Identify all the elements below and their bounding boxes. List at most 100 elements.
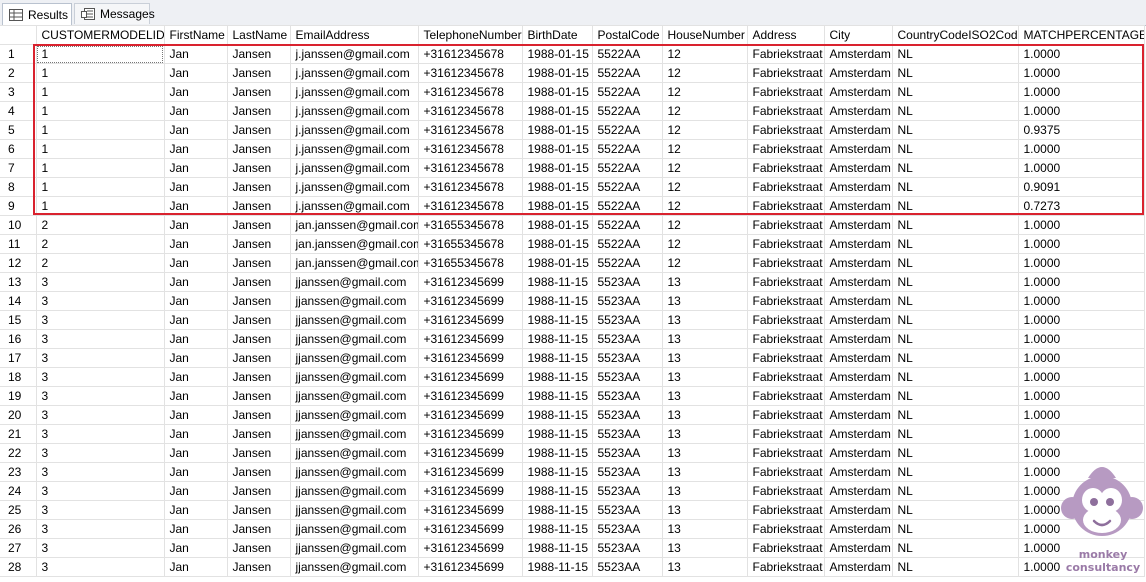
- table-cell[interactable]: NL: [891, 405, 1019, 425]
- table-cell[interactable]: Amsterdam: [823, 538, 893, 558]
- table-cell[interactable]: 3: [35, 405, 165, 425]
- table-cell[interactable]: 1.0000: [1017, 215, 1145, 235]
- row-number[interactable]: 17: [0, 348, 37, 368]
- row-number[interactable]: 6: [0, 139, 37, 159]
- table-cell[interactable]: 1.0000: [1017, 253, 1145, 273]
- table-cell[interactable]: jjanssen@gmail.com: [289, 519, 419, 539]
- table-cell[interactable]: 1988-01-15: [521, 215, 593, 235]
- table-cell[interactable]: 1988-11-15: [521, 386, 593, 406]
- row-number-header[interactable]: [0, 25, 37, 45]
- table-row[interactable]: 4 1 Jan Jansen j.janssen@gmail.com +316123456…: [0, 101, 1145, 121]
- row-number[interactable]: 2: [0, 63, 37, 83]
- table-cell[interactable]: Jan: [163, 82, 228, 102]
- table-cell[interactable]: Jan: [163, 538, 228, 558]
- table-cell[interactable]: Amsterdam: [823, 234, 893, 254]
- table-cell[interactable]: +31612345699: [417, 519, 523, 539]
- table-cell[interactable]: Fabriekstraat: [746, 101, 825, 121]
- table-cell[interactable]: +31612345699: [417, 500, 523, 520]
- table-cell[interactable]: 1988-11-15: [521, 519, 593, 539]
- table-cell[interactable]: jjanssen@gmail.com: [289, 272, 419, 292]
- row-number[interactable]: 22: [0, 443, 37, 463]
- column-header[interactable]: City: [823, 25, 893, 45]
- table-row[interactable]: 14 3 Jan Jansen jjanssen@gmail.com +316123456…: [0, 291, 1145, 311]
- table-cell[interactable]: +31612345699: [417, 481, 523, 501]
- table-cell[interactable]: 1: [35, 101, 165, 121]
- table-cell[interactable]: jjanssen@gmail.com: [289, 538, 419, 558]
- row-number[interactable]: 8: [0, 177, 37, 197]
- table-row[interactable]: 26 3 Jan Jansen jjanssen@gmail.com +316123456…: [0, 519, 1145, 539]
- table-row[interactable]: 6 1 Jan Jansen j.janssen@gmail.com +316123456…: [0, 139, 1145, 159]
- table-cell[interactable]: NL: [891, 481, 1019, 501]
- table-cell[interactable]: Amsterdam: [823, 177, 893, 197]
- table-cell[interactable]: Amsterdam: [823, 386, 893, 406]
- table-cell[interactable]: Jansen: [226, 424, 291, 444]
- table-cell[interactable]: Amsterdam: [823, 272, 893, 292]
- table-cell[interactable]: Fabriekstraat: [746, 158, 825, 178]
- table-cell[interactable]: 1.0000: [1017, 367, 1145, 387]
- table-cell[interactable]: 1: [35, 196, 165, 216]
- table-row[interactable]: 27 3 Jan Jansen jjanssen@gmail.com +316123456…: [0, 538, 1145, 558]
- table-cell[interactable]: NL: [891, 253, 1019, 273]
- table-cell[interactable]: 3: [35, 538, 165, 558]
- row-number[interactable]: 14: [0, 291, 37, 311]
- table-cell[interactable]: 1: [35, 63, 165, 83]
- table-cell[interactable]: Amsterdam: [823, 101, 893, 121]
- table-cell[interactable]: 5523AA: [591, 291, 663, 311]
- row-number[interactable]: 15: [0, 310, 37, 330]
- table-cell[interactable]: +31612345699: [417, 557, 523, 577]
- table-cell[interactable]: Jansen: [226, 557, 291, 577]
- table-cell[interactable]: 1.0000: [1017, 139, 1145, 159]
- table-cell[interactable]: Amsterdam: [823, 519, 893, 539]
- row-number[interactable]: 11: [0, 234, 37, 254]
- table-cell[interactable]: Fabriekstraat: [746, 367, 825, 387]
- table-cell[interactable]: Jan: [163, 291, 228, 311]
- table-cell[interactable]: Amsterdam: [823, 82, 893, 102]
- table-cell[interactable]: Jan: [163, 310, 228, 330]
- table-cell[interactable]: 1988-11-15: [521, 500, 593, 520]
- table-cell[interactable]: NL: [891, 557, 1019, 577]
- table-cell[interactable]: 5523AA: [591, 329, 663, 349]
- table-cell[interactable]: Amsterdam: [823, 310, 893, 330]
- table-cell[interactable]: Jan: [163, 519, 228, 539]
- table-cell[interactable]: 1.0000: [1017, 101, 1145, 121]
- table-cell[interactable]: Jan: [163, 367, 228, 387]
- table-cell[interactable]: 12: [661, 139, 748, 159]
- table-cell[interactable]: +31612345699: [417, 367, 523, 387]
- table-cell[interactable]: 1988-01-15: [521, 63, 593, 83]
- table-cell[interactable]: 5522AA: [591, 63, 663, 83]
- table-cell[interactable]: jjanssen@gmail.com: [289, 424, 419, 444]
- table-cell[interactable]: NL: [891, 424, 1019, 444]
- table-cell[interactable]: 1988-01-15: [521, 253, 593, 273]
- table-cell[interactable]: Jan: [163, 405, 228, 425]
- table-cell[interactable]: Jan: [163, 386, 228, 406]
- table-cell[interactable]: Amsterdam: [823, 329, 893, 349]
- table-cell[interactable]: 5522AA: [591, 139, 663, 159]
- table-cell[interactable]: 1988-11-15: [521, 310, 593, 330]
- table-cell[interactable]: 5523AA: [591, 538, 663, 558]
- table-row[interactable]: 17 3 Jan Jansen jjanssen@gmail.com +316123456…: [0, 348, 1145, 368]
- table-cell[interactable]: Jansen: [226, 519, 291, 539]
- column-header[interactable]: MATCHPERCENTAGE: [1017, 25, 1145, 45]
- table-cell[interactable]: 3: [35, 348, 165, 368]
- table-cell[interactable]: Amsterdam: [823, 44, 893, 64]
- table-cell[interactable]: Amsterdam: [823, 215, 893, 235]
- table-cell[interactable]: Jansen: [226, 538, 291, 558]
- table-cell[interactable]: 5522AA: [591, 234, 663, 254]
- table-cell[interactable]: 0.9091: [1017, 177, 1145, 197]
- table-row[interactable]: 19 3 Jan Jansen jjanssen@gmail.com +316123456…: [0, 386, 1145, 406]
- table-cell[interactable]: Fabriekstraat: [746, 348, 825, 368]
- table-cell[interactable]: 5523AA: [591, 443, 663, 463]
- table-cell[interactable]: jan.janssen@gmail.com: [289, 215, 419, 235]
- table-cell[interactable]: j.janssen@gmail.com: [289, 120, 419, 140]
- table-cell[interactable]: 13: [661, 500, 748, 520]
- table-cell[interactable]: Fabriekstraat: [746, 462, 825, 482]
- table-cell[interactable]: Jansen: [226, 101, 291, 121]
- table-cell[interactable]: +31655345678: [417, 234, 523, 254]
- table-cell[interactable]: j.janssen@gmail.com: [289, 82, 419, 102]
- tab-messages[interactable]: Messages: [74, 3, 155, 24]
- table-cell[interactable]: Amsterdam: [823, 443, 893, 463]
- table-row[interactable]: 5 1 Jan Jansen j.janssen@gmail.com +316123456…: [0, 120, 1145, 140]
- table-cell[interactable]: Jansen: [226, 44, 291, 64]
- table-cell[interactable]: 3: [35, 329, 165, 349]
- table-cell[interactable]: j.janssen@gmail.com: [289, 101, 419, 121]
